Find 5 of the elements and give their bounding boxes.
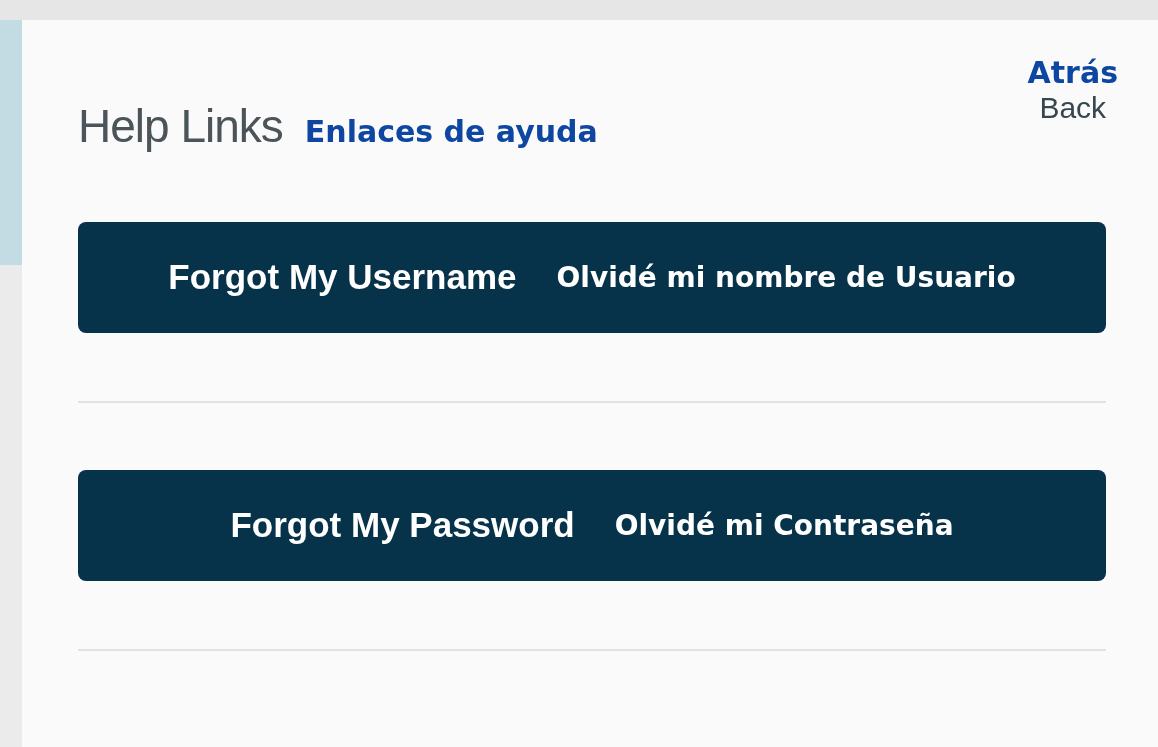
help-link-button[interactable]: Forgot My Password Olvidé mi Contraseña — [78, 470, 1106, 581]
help-link-button[interactable]: Forgot My Username Olvidé mi nombre de Usuario — [78, 222, 1106, 333]
page-title-translation: Enlaces de ayuda — [304, 113, 598, 151]
page-title: Help Links — [78, 99, 283, 154]
back-link[interactable]: Atrás Back — [1027, 56, 1118, 125]
